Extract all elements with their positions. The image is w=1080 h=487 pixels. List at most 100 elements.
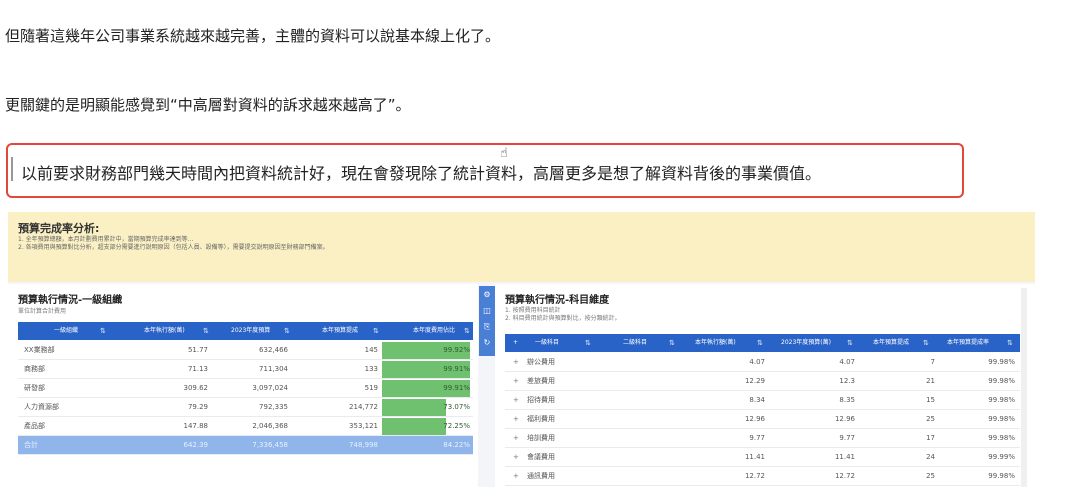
org-exec-cell: 309.62 — [183, 384, 209, 392]
subject-name-cell: 通訊費用 — [527, 472, 555, 480]
subject-table-header: + 一級科目 ⇅ 二級科目 ⇅ 本年執行額(萬) ⇅ 2023年度預算(萬) ⇅… — [505, 334, 1020, 352]
org-ratio-cell: 99.91% — [443, 365, 470, 373]
org-name-cell: XX業務部 — [24, 346, 55, 354]
table-row[interactable]: 研發部 309.62 3,097,024 519 99.91% — [18, 379, 473, 398]
org-exec-cell: 51.77 — [187, 346, 208, 354]
subject-col-1-label: 二級科目 — [623, 339, 648, 346]
table-row[interactable]: XX業務部 51.77 632,466 145 99.92% — [18, 341, 473, 360]
expand-row-icon[interactable]: + — [513, 429, 519, 447]
subject-name-cell: 培訓費用 — [527, 434, 555, 442]
org-col-3-label: 本年預算提成 — [322, 327, 359, 334]
org-name-cell: 合計 — [24, 441, 38, 449]
expand-all-icon[interactable]: + — [513, 334, 518, 352]
subject-commission-cell: 21 — [926, 377, 935, 385]
subject-commission-cell: 24 — [926, 453, 935, 461]
org-exec-cell: 71.13 — [187, 365, 208, 373]
table-row[interactable]: 商務部 71.13 711,304 133 99.91% — [18, 360, 473, 379]
org-table-header: 一級組織 ⇅ 本年執行額(萬) ⇅ 2023年度預算 ⇅ 本年預算提成 ⇅ 本年… — [18, 322, 473, 340]
banner-line-2: 2. 各項費用與預算對比分析，超支部分需要進行說明原因（包括人員、設備等），需要… — [18, 244, 329, 251]
filter-icon: ⇅ — [757, 339, 763, 347]
hand-cursor-icon: ☝ — [500, 146, 508, 161]
filter-icon: ⇅ — [284, 327, 290, 335]
org-exec-cell: 79.29 — [187, 403, 208, 411]
table-row[interactable]: + 培訓費用 9.77 9.77 17 99.98% — [505, 429, 1020, 448]
org-commission-cell: 145 — [364, 346, 378, 354]
filter-icon: ⇅ — [100, 327, 106, 335]
subject-exec-cell: 8.34 — [749, 396, 765, 404]
subject-name-cell: 會議費用 — [527, 453, 555, 461]
expand-row-icon[interactable]: + — [513, 448, 519, 466]
article-paragraph-2: 更關鍵的是明顯能感覺到“中高層對資料的訴求越來越高了”。 — [5, 96, 411, 114]
subject-rate-cell: 99.98% — [988, 358, 1015, 366]
org-col-header-0[interactable]: 一級組織 — [54, 322, 78, 340]
subject-col-3-label: 2023年度預算(萬) — [781, 339, 831, 346]
org-commission-cell: 214,772 — [349, 403, 378, 411]
org-col-header-4[interactable]: 本年度費用佔比 — [413, 322, 455, 340]
subject-col-2-label: 本年執行額(萬) — [695, 339, 736, 346]
filter-icon: ⇅ — [585, 339, 591, 347]
org-ratio-cell: 84.22% — [443, 441, 470, 449]
subject-col-header-3[interactable]: 2023年度預算(萬) — [781, 334, 831, 352]
subject-rate-cell: 99.98% — [988, 415, 1015, 423]
dashboard-screenshot: 預算完成率分析: 1. 全年預算總額，本月計劃費用累計中，當期預算完成率達到等.… — [8, 212, 1035, 487]
table-row[interactable]: + 辦公費用 4.07 4.07 7 99.98% — [505, 353, 1020, 372]
columns-icon[interactable]: ◫ — [482, 306, 492, 316]
subject-exec-cell: 4.07 — [749, 358, 765, 366]
org-commission-cell: 748,998 — [349, 441, 378, 449]
subject-col-header-4[interactable]: 本年預算提成 — [873, 334, 909, 352]
org-col-2-label: 2023年度預算 — [231, 327, 271, 334]
org-name-cell: 人力資源部 — [24, 403, 59, 411]
subject-panel-subtitle-2: 2. 科目費用統計與預算對比，按分類統計。 — [505, 315, 621, 322]
table-row[interactable]: + 招待費用 8.34 8.35 15 99.98% — [505, 391, 1020, 410]
filter-icon: ⇅ — [1007, 339, 1013, 347]
subject-exec-cell: 12.96 — [744, 415, 765, 423]
org-col-header-1[interactable]: 本年執行額(萬) — [144, 322, 185, 340]
table-total-row[interactable]: 合計 642.39 7,336,458 748,998 84.22% — [18, 436, 473, 455]
expand-row-icon[interactable]: + — [513, 391, 519, 409]
expand-row-icon[interactable]: + — [513, 353, 519, 371]
highlighted-quote-box: 以前要求財務部門幾天時間內把資料統計好，現在會發現除了統計資料，高層更多是想了解… — [6, 143, 964, 198]
table-row[interactable]: + 會議費用 11.41 11.41 24 99.99% — [505, 448, 1020, 467]
table-row[interactable]: + 差旅費用 12.29 12.3 21 99.98% — [505, 372, 1020, 391]
subject-budget-cell: 8.35 — [839, 396, 855, 404]
subject-budget-cell: 12.96 — [834, 415, 855, 423]
org-name-cell: 產品部 — [24, 422, 45, 430]
subject-col-header-0[interactable]: 一級科目 — [535, 334, 559, 352]
subject-col-header-1[interactable]: 二級科目 — [623, 334, 647, 352]
org-commission-cell: 519 — [364, 384, 378, 392]
subject-name-cell: 差旅費用 — [527, 377, 555, 385]
org-exec-cell: 642.39 — [183, 441, 209, 449]
org-ratio-cell: 72.25% — [443, 422, 470, 430]
analysis-banner: 預算完成率分析: 1. 全年預算總額，本月計劃費用累計中，當期預算完成率達到等.… — [8, 212, 1035, 282]
table-row[interactable]: + 福利費用 12.96 12.96 25 99.98% — [505, 410, 1020, 429]
table-row[interactable]: + 通訊費用 12.72 12.72 25 99.98% — [505, 467, 1020, 486]
subject-name-cell: 招待費用 — [527, 396, 555, 404]
org-ratio-cell: 99.91% — [443, 384, 470, 392]
settings-icon[interactable]: ⚙ — [482, 290, 492, 300]
article-paragraph-1: 但隨著這幾年公司事業系統越來越完善，主體的資料可以說基本線上化了。 — [5, 27, 501, 45]
org-ratio-cell: 73.07% — [443, 403, 470, 411]
filter-icon: ⇅ — [373, 327, 379, 335]
table-row[interactable]: 產品部 147.88 2,046,368 353,121 72.25% — [18, 417, 473, 436]
subject-col-header-2[interactable]: 本年執行額(萬) — [695, 334, 736, 352]
table-row[interactable]: 人力資源部 79.29 792,335 214,772 73.07% — [18, 398, 473, 417]
expand-row-icon[interactable]: + — [513, 372, 519, 390]
subject-col-4-label: 本年預算提成 — [873, 339, 910, 346]
subject-exec-cell: 12.29 — [744, 377, 765, 385]
org-col-header-2[interactable]: 2023年度預算 — [231, 322, 270, 340]
expand-row-icon[interactable]: + — [513, 467, 519, 485]
org-col-header-3[interactable]: 本年預算提成 — [322, 322, 358, 340]
org-panel-title: 預算執行情況-一級組織 — [18, 295, 123, 306]
subject-col-0-label: 一級科目 — [535, 339, 560, 346]
scrollbar[interactable] — [1021, 288, 1027, 487]
subject-col-header-5[interactable]: 本年預算提成率 — [947, 334, 989, 352]
export-icon[interactable]: ⎘ — [482, 322, 492, 332]
org-col-4-label: 本年度費用佔比 — [413, 327, 456, 334]
subject-exec-cell: 12.72 — [744, 472, 765, 480]
subject-commission-cell: 17 — [926, 434, 935, 442]
filter-icon: ⇅ — [669, 339, 675, 347]
org-ratio-cell: 99.92% — [443, 346, 470, 354]
org-budget-cell: 3,097,024 — [252, 384, 288, 392]
expand-row-icon[interactable]: + — [513, 410, 519, 428]
refresh-icon[interactable]: ↻ — [482, 338, 492, 348]
